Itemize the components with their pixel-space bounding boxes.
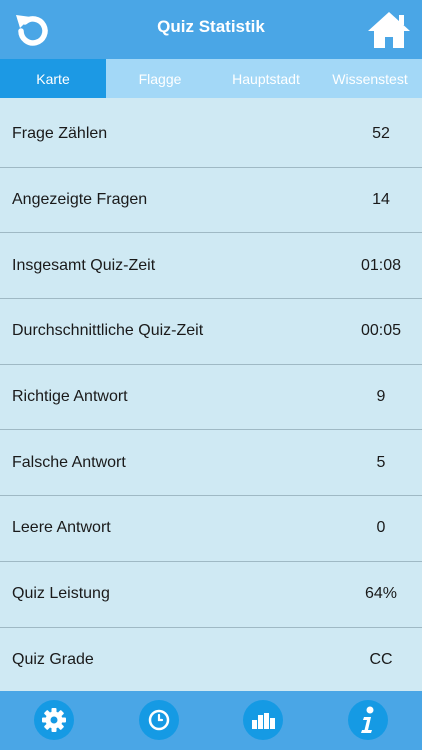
stat-row-performance: Quiz Leistung 64%: [0, 562, 422, 628]
home-icon: [368, 12, 410, 48]
stat-label: Quiz Grade: [12, 651, 94, 669]
page-title: Quiz Statistik: [157, 17, 265, 36]
tab-flagge[interactable]: Flagge: [106, 59, 214, 98]
stat-label: Insgesamt Quiz-Zeit: [12, 256, 156, 274]
stat-value: 00:05: [360, 322, 402, 340]
stat-row-grade: Quiz Grade CC: [0, 628, 422, 694]
stat-label: Angezeigte Fragen: [12, 191, 148, 209]
stat-label: Falsche Antwort: [12, 453, 126, 471]
stat-value: 9: [376, 388, 386, 406]
statistics-button[interactable]: [243, 700, 283, 740]
stat-label: Frage Zählen: [12, 125, 108, 143]
stat-value: 0: [376, 519, 386, 537]
stat-value: 01:08: [360, 256, 402, 274]
stat-row-correct: Richtige Antwort 9: [0, 365, 422, 431]
bar-chart-icon: [252, 713, 275, 729]
stat-value: CC: [369, 651, 393, 669]
tab-karte[interactable]: Karte: [0, 59, 106, 98]
stat-row-question-count: Frage Zählen 52: [0, 102, 422, 168]
info-icon: [361, 706, 374, 733]
stat-row-total-time: Insgesamt Quiz-Zeit 01:08: [0, 233, 422, 300]
stat-row-wrong: Falsche Antwort 5: [0, 430, 422, 497]
stat-row-shown-questions: Angezeigte Fragen 14: [0, 168, 422, 234]
settings-button[interactable]: [34, 700, 74, 740]
stat-value: 64%: [364, 585, 398, 603]
category-tabs: Karte Flagge Hauptstadt Wissenstest: [0, 59, 422, 98]
tab-hauptstadt[interactable]: Hauptstadt: [214, 59, 318, 98]
bottom-toolbar: [0, 691, 422, 750]
stat-value: 52: [372, 125, 390, 143]
tab-wissenstest[interactable]: Wissenstest: [318, 59, 422, 98]
stat-value: 5: [376, 453, 386, 471]
stat-row-average-time: Durchschnittliche Quiz-Zeit 00:05: [0, 299, 422, 365]
history-button[interactable]: [139, 700, 179, 740]
stats-list: Frage Zählen 52 Angezeigte Fragen 14 Ins…: [0, 102, 422, 693]
header-bar: Quiz Statistik: [0, 0, 422, 59]
home-button[interactable]: [366, 10, 412, 50]
stat-row-empty: Leere Antwort 0: [0, 496, 422, 562]
stat-label: Quiz Leistung: [12, 585, 110, 603]
stat-value: 14: [372, 191, 390, 209]
stat-label: Durchschnittliche Quiz-Zeit: [12, 322, 204, 340]
gear-icon: [42, 708, 66, 732]
stat-label: Richtige Antwort: [12, 388, 128, 406]
clock-icon: [148, 709, 170, 731]
stat-label: Leere Antwort: [12, 519, 111, 537]
info-button[interactable]: [348, 700, 388, 740]
